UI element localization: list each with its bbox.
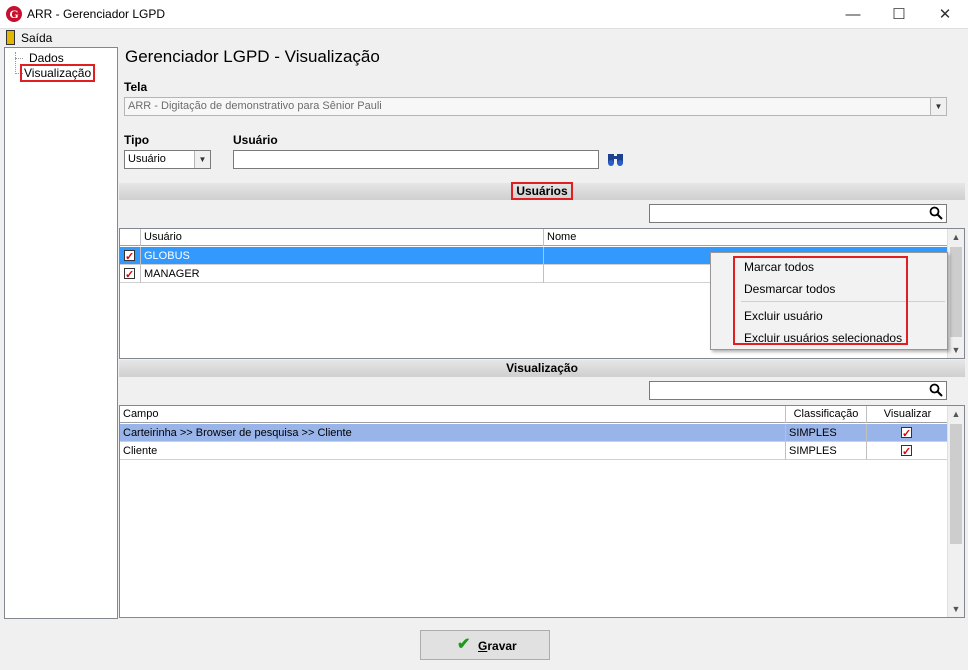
user-cell: MANAGER — [141, 265, 544, 283]
tree-item-dados[interactable]: Dados — [27, 51, 66, 65]
chevron-down-icon[interactable]: ▼ — [930, 98, 946, 115]
view-section-title: Visualização — [506, 361, 578, 375]
screen-label: Tela — [124, 80, 148, 94]
user-label: Usuário — [233, 133, 278, 147]
screen-select[interactable]: ARR - Digitação de demonstrativo para Sê… — [124, 97, 947, 116]
tree-item-visualizacao[interactable]: Visualização — [19, 64, 96, 82]
checkmark-icon: ✔ — [457, 636, 471, 653]
users-header-user[interactable]: Usuário — [141, 229, 544, 246]
app-logo-icon: G — [6, 6, 22, 22]
classification-cell: SIMPLES — [786, 442, 867, 460]
user-input[interactable] — [233, 150, 599, 169]
view-scrollbar[interactable]: ▲ ▼ — [947, 406, 964, 617]
chevron-down-icon[interactable]: ▼ — [194, 151, 210, 168]
view-grid-header: Campo Classificação Visualizar — [120, 406, 948, 423]
users-scrollbar[interactable]: ▲ ▼ — [947, 229, 964, 358]
visualize-checkbox[interactable] — [901, 425, 912, 442]
search-icon[interactable] — [929, 206, 943, 220]
title-bar: G ARR - Gerenciador LGPD — ☐ ✕ — [0, 0, 968, 29]
scroll-down-icon[interactable]: ▼ — [948, 601, 964, 617]
close-button[interactable]: ✕ — [922, 0, 968, 29]
scroll-thumb[interactable] — [950, 247, 962, 337]
binoculars-search-icon[interactable] — [607, 151, 624, 167]
row-check-cell — [120, 247, 141, 265]
view-header-classification[interactable]: Classificação — [786, 406, 867, 423]
type-label: Tipo — [124, 133, 150, 147]
save-button-label: Gravar — [478, 639, 517, 653]
visualize-cell — [867, 424, 948, 442]
page-title: Gerenciador LGPD - Visualização — [125, 47, 380, 66]
screen-select-value: ARR - Digitação de demonstrativo para Sê… — [128, 100, 382, 112]
minimize-button[interactable]: — — [830, 0, 876, 29]
context-menu: Marcar todos Desmarcar todos Excluir usu… — [710, 252, 948, 350]
view-section-header: Visualização — [119, 360, 965, 377]
user-cell: GLOBUS — [141, 247, 544, 265]
users-header-check[interactable] — [120, 229, 141, 246]
row-checkbox[interactable] — [124, 248, 135, 265]
visualize-cell — [867, 442, 948, 460]
window-title: ARR - Gerenciador LGPD — [27, 7, 166, 21]
scroll-up-icon[interactable]: ▲ — [948, 406, 964, 422]
users-section-header: Usuários — [119, 182, 965, 200]
menu-bar: Saída — [0, 29, 968, 47]
exit-door-icon[interactable] — [6, 30, 15, 45]
type-select-value: Usuário — [128, 153, 166, 165]
row-check-cell — [120, 265, 141, 283]
visualize-checkbox[interactable] — [901, 443, 912, 460]
menu-item-exit[interactable]: Saída — [21, 31, 52, 45]
view-search-input[interactable] — [649, 381, 947, 400]
users-section-title: Usuários — [511, 182, 573, 200]
users-grid-header: Usuário Nome — [120, 229, 948, 246]
maximize-button[interactable]: ☐ — [876, 0, 922, 29]
type-select[interactable]: Usuário ▼ — [124, 150, 211, 169]
scroll-thumb[interactable] — [950, 424, 962, 544]
scroll-up-icon[interactable]: ▲ — [948, 229, 964, 245]
field-cell: Cliente — [120, 442, 786, 460]
table-row[interactable]: Carteirinha >> Browser de pesquisa >> Cl… — [120, 424, 948, 442]
row-checkbox[interactable] — [124, 266, 135, 283]
view-header-field[interactable]: Campo — [120, 406, 786, 423]
tree-connector — [15, 58, 23, 59]
navigation-tree: Dados Visualização — [4, 47, 118, 619]
scroll-down-icon[interactable]: ▼ — [948, 342, 964, 358]
field-cell: Carteirinha >> Browser de pesquisa >> Cl… — [120, 424, 786, 442]
view-header-visualize[interactable]: Visualizar — [867, 406, 948, 423]
highlight-box — [733, 256, 908, 345]
classification-cell: SIMPLES — [786, 424, 867, 442]
save-button[interactable]: ✔ Gravar — [420, 630, 550, 660]
users-header-name[interactable]: Nome — [544, 229, 948, 246]
users-search-input[interactable] — [649, 204, 947, 223]
tree-connector — [15, 52, 16, 74]
table-row[interactable]: Cliente SIMPLES — [120, 442, 948, 460]
search-icon[interactable] — [929, 383, 943, 397]
view-grid: Campo Classificação Visualizar Carteirin… — [119, 405, 965, 618]
